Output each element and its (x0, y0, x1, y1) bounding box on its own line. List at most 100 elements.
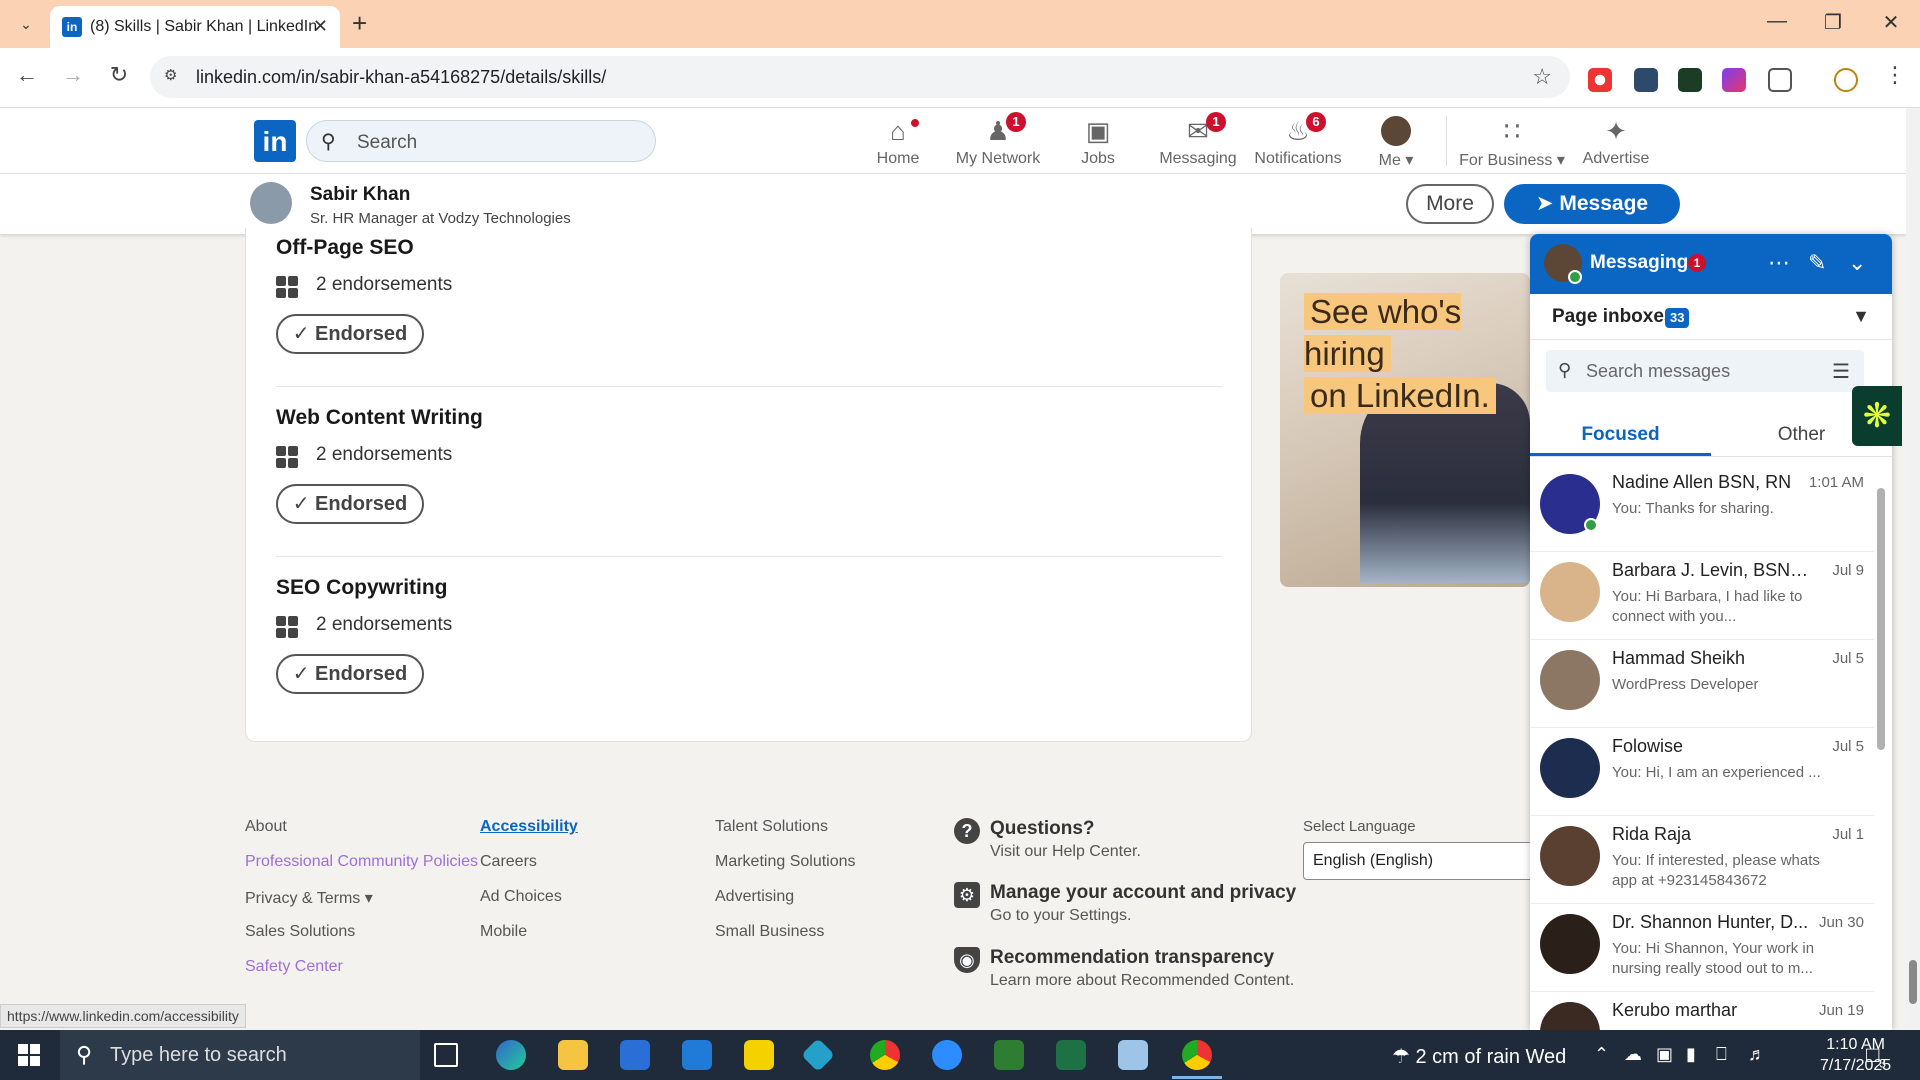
page-scroll-thumb[interactable] (1909, 960, 1917, 1004)
footer-link-accessibility[interactable]: Accessibility (480, 818, 578, 836)
taskbar-search-input[interactable]: ⚲ Type here to search (60, 1030, 420, 1080)
search-messages-input[interactable]: ⚲ Search messages ☰ (1546, 350, 1864, 392)
extension-spark-icon[interactable] (1678, 68, 1702, 92)
chrome-icon[interactable] (870, 1040, 900, 1070)
more-options-icon[interactable]: ⋯ (1768, 250, 1790, 276)
footer-link-small-business[interactable]: Small Business (715, 923, 824, 941)
chrome-active-icon[interactable] (1182, 1040, 1212, 1070)
notepad-icon[interactable] (1118, 1040, 1148, 1070)
conversation-item[interactable]: Kerubo martharJun 19You: Hi Kerubo, Your… (1530, 992, 1874, 1030)
battery-icon[interactable]: ▮ (1686, 1044, 1696, 1065)
zoom-icon[interactable] (932, 1040, 962, 1070)
hiring-ad[interactable]: See who's hiring on LinkedIn. (1280, 273, 1530, 587)
nav-my-network[interactable]: ♟ 1 My Network (948, 112, 1048, 168)
footer-link-safety[interactable]: Safety Center (245, 958, 343, 976)
profile-icon[interactable] (1834, 68, 1858, 92)
task-view-icon[interactable] (434, 1043, 458, 1067)
spark-widget-icon[interactable]: ❋ (1852, 386, 1902, 446)
more-button[interactable]: More (1406, 184, 1494, 224)
conversation-item[interactable]: Folowise Jul 5 You: Hi, I am an experience… (1530, 728, 1874, 816)
app-green-icon[interactable] (994, 1040, 1024, 1070)
skill-name[interactable]: Web Content Writing (276, 406, 1222, 430)
tab-focused[interactable]: Focused (1530, 410, 1711, 456)
show-hidden-icons-icon[interactable]: ⌃ (1594, 1044, 1609, 1065)
skill-endorsements[interactable]: 2 endorsements (276, 272, 1222, 300)
network-icon[interactable]: ⎕ (1716, 1044, 1727, 1065)
weather-widget[interactable]: ☂ 2 cm of rain Wed (1392, 1044, 1566, 1069)
footer-link-mobile[interactable]: Mobile (480, 923, 527, 941)
nav-messaging[interactable]: ✉ 1 Messaging (1148, 112, 1248, 168)
help-questions-title[interactable]: Questions? (990, 818, 1095, 840)
conversation-item[interactable]: Hammad Sheikh Jul 5 WordPress Developer (1530, 640, 1874, 728)
reload-icon[interactable]: ↻ (104, 62, 134, 88)
browser-menu-icon[interactable]: ⋮ (1880, 62, 1910, 88)
profile-name[interactable]: Sabir Khan (310, 184, 410, 206)
footer-link-ad-choices[interactable]: Ad Choices (480, 888, 562, 906)
footer-link-sales[interactable]: Sales Solutions (245, 923, 355, 941)
extension-colorful-icon[interactable] (1722, 68, 1746, 92)
conversation-item[interactable]: Dr. Shannon Hunter, D... Jun 30 You: Hi Sh… (1530, 904, 1874, 992)
close-window-icon[interactable]: ✕ (1876, 10, 1906, 35)
conversation-item[interactable]: Barbara J. Levin, BSN, RN... Jul 9 You: Hi… (1530, 552, 1874, 640)
footer-link-community-policies[interactable]: Professional Community Policies (245, 853, 478, 871)
footer-link-advertising[interactable]: Advertising (715, 888, 794, 906)
messaging-header[interactable]: Messaging 1 ⋯ ✎ ⌄ (1530, 234, 1892, 294)
url-box[interactable]: ⚙ linkedin.com/in/sabir-khan-a54168275/d… (150, 56, 1570, 98)
nav-notifications[interactable]: ♨ 6 Notifications (1248, 112, 1348, 168)
global-search-input[interactable]: ⚲ Search (306, 120, 656, 162)
footer-link-talent[interactable]: Talent Solutions (715, 818, 828, 836)
nav-jobs[interactable]: ▣ Jobs (1048, 116, 1148, 168)
footer-link-careers[interactable]: Careers (480, 853, 537, 871)
language-select[interactable]: English (English) (1303, 842, 1553, 880)
app-diamond-icon[interactable] (801, 1038, 835, 1072)
tab-search-icon[interactable]: ⌄ (14, 12, 38, 36)
endorsed-button[interactable]: ✓ Endorsed (276, 654, 424, 694)
footer-link-privacy[interactable]: Privacy & Terms ▾ (245, 888, 373, 908)
page-scrollbar[interactable] (1906, 108, 1920, 1030)
restore-icon[interactable]: ❐ (1818, 10, 1848, 35)
site-info-icon[interactable]: ⚙ (164, 66, 184, 86)
filter-icon[interactable]: ☰ (1832, 359, 1850, 384)
messaging-scrollbar[interactable] (1876, 474, 1886, 1030)
new-tab-icon[interactable]: + (352, 10, 367, 36)
windows-start-icon[interactable] (18, 1044, 40, 1066)
excel-icon[interactable] (1056, 1040, 1086, 1070)
close-tab-icon[interactable]: ✕ (313, 16, 328, 37)
browser-tab[interactable]: in (8) Skills | Sabir Khan | LinkedIn ✕ (50, 6, 340, 48)
mail-icon[interactable] (682, 1040, 712, 1070)
nav-me[interactable]: Me ▾ (1348, 116, 1444, 170)
volume-icon[interactable]: ♬ (1748, 1044, 1766, 1065)
nav-advertise[interactable]: ✦ Advertise (1566, 116, 1666, 168)
skill-name[interactable]: Off-Page SEO (276, 236, 1222, 260)
conversation-item[interactable]: Nadine Allen BSN, RN 1:01 AM You: Thanks f… (1530, 464, 1874, 552)
notification-center-icon[interactable]: □3 (1866, 1042, 1886, 1070)
skill-endorsements[interactable]: 2 endorsements (276, 442, 1222, 470)
linkedin-logo-icon[interactable]: in (254, 120, 296, 162)
skill-endorsements[interactable]: 2 endorsements (276, 612, 1222, 640)
back-icon[interactable]: ← (12, 62, 42, 88)
conversation-item[interactable]: Rida Raja Jul 1 You: If interested, please… (1530, 816, 1874, 904)
endorsed-button[interactable]: ✓ Endorsed (276, 314, 424, 354)
extension-red-icon[interactable] (1588, 68, 1612, 92)
profile-avatar[interactable] (250, 182, 292, 224)
compose-icon[interactable]: ✎ (1808, 250, 1826, 276)
messaging-scroll-thumb[interactable] (1877, 488, 1885, 750)
footer-link-about[interactable]: About (245, 818, 287, 836)
nav-for-business[interactable]: ∷ For Business ▾ (1452, 116, 1572, 170)
sticky-notes-icon[interactable] (744, 1040, 774, 1070)
edge-icon[interactable] (496, 1040, 526, 1070)
onedrive-icon[interactable]: ☁ (1624, 1044, 1642, 1065)
minimize-icon[interactable]: — (1762, 10, 1792, 33)
security-icon[interactable]: ▣ (1656, 1044, 1673, 1065)
help-questions-sub[interactable]: Visit our Help Center. (990, 843, 1141, 861)
extensions-puzzle-icon[interactable] (1768, 68, 1792, 92)
manage-account-title[interactable]: Manage your account and privacy (990, 882, 1296, 904)
skill-name[interactable]: SEO Copywriting (276, 576, 1222, 600)
forward-icon[interactable]: → (58, 62, 88, 88)
recommendation-title[interactable]: Recommendation transparency (990, 947, 1274, 969)
recommendation-sub[interactable]: Learn more about Recommended Content. (990, 972, 1294, 990)
page-inboxes-dropdown[interactable]: Page inboxes 33 ▼ (1530, 294, 1892, 340)
nav-home[interactable]: ⌂ Home (848, 116, 948, 168)
endorsed-button[interactable]: ✓ Endorsed (276, 484, 424, 524)
message-button[interactable]: ➤ Message (1504, 184, 1680, 224)
